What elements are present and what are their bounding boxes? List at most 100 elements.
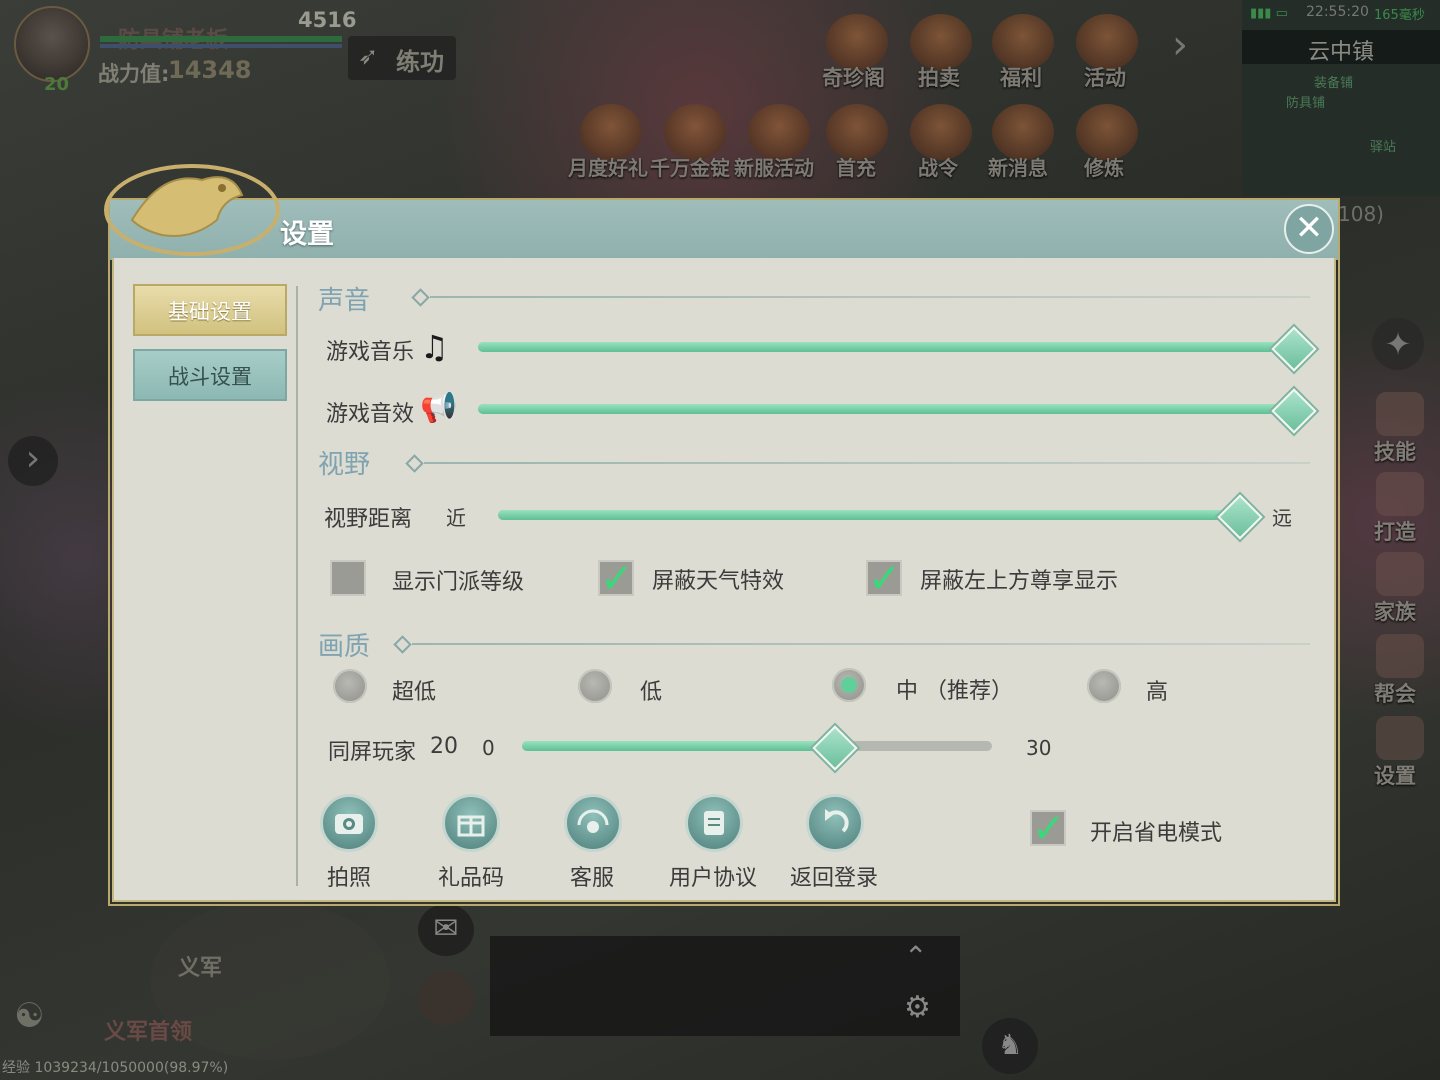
chat-panel[interactable] [490, 936, 960, 1036]
status-ping: 165毫秒 [1374, 8, 1425, 23]
hp-value: 4516 [298, 8, 357, 32]
chevron-right-icon[interactable]: › [1172, 22, 1188, 68]
close-button[interactable]: ✕ [1284, 204, 1334, 254]
button-label: 拍照 [326, 866, 371, 891]
side-label-skill: 技能 [1374, 440, 1416, 464]
event-label-firstrecharge: 首充 [836, 156, 876, 180]
players-value: 20 [430, 734, 458, 759]
gift-code-button[interactable] [442, 794, 500, 852]
checkbox-label: 屏蔽左上方尊享显示 [920, 569, 1119, 594]
event-label-ingot: 千万金锭 [650, 156, 730, 180]
map-label: 防具铺 [1286, 96, 1326, 111]
event-label-newserver: 新服活动 [734, 156, 814, 180]
status-time: 22:55:20 [1306, 4, 1369, 20]
camera-button[interactable] [320, 794, 378, 852]
qilin-emblem-icon [104, 164, 280, 256]
radio-label: 低 [640, 680, 663, 705]
radio-selected-dot [841, 677, 857, 693]
music-slider-fill [478, 342, 1294, 352]
forge-icon[interactable] [1376, 472, 1424, 516]
expand-left-icon[interactable]: › [8, 436, 58, 486]
section-line [430, 296, 1310, 298]
section-title-view: 视野 [318, 450, 371, 480]
customer-service-button[interactable] [564, 794, 622, 852]
players-label: 同屏玩家 [328, 740, 417, 765]
sfx-label: 游戏音效 [326, 402, 415, 427]
signal-icon: ▮▮▮ ▭ [1250, 6, 1288, 21]
event-label-battlepass: 战令 [918, 156, 958, 180]
view-distance-fill [498, 510, 1240, 520]
map-name: 云中镇 [1308, 40, 1375, 65]
radio-quality-low[interactable] [578, 669, 612, 703]
guild-icon[interactable] [1376, 634, 1424, 678]
pet-icon[interactable] [418, 970, 474, 1026]
music-label: 游戏音乐 [326, 340, 415, 365]
user-agreement-button[interactable] [685, 794, 743, 852]
hp-bar [100, 36, 342, 42]
scroll-document-icon [704, 811, 724, 835]
settings-gear-icon[interactable] [1376, 716, 1424, 760]
tab-divider [296, 286, 298, 886]
checkbox-hide-weather[interactable]: ✓ [598, 556, 634, 602]
button-label: 礼品码 [437, 866, 504, 891]
camera-icon [335, 814, 363, 834]
radio-label: 中 （推荐） [896, 679, 1013, 704]
side-label-family: 家族 [1374, 600, 1416, 624]
music-slider[interactable] [478, 342, 1294, 352]
speaker-icon: 📢 [420, 390, 458, 425]
mount-icon[interactable]: ♞ [982, 1018, 1038, 1074]
event-label-monthly: 月度好礼 [568, 156, 648, 180]
minimap[interactable]: ▮▮▮ ▭ 22:55:20 165毫秒 云中镇 装备铺 防具铺 驿站 [1242, 0, 1440, 196]
bottom-label: 义军首领 [104, 1020, 193, 1045]
button-label: 用户协议 [668, 866, 757, 891]
exp-bar: 经验 1039234/1050000(98.97%) [0, 1054, 440, 1080]
radio-label: 超低 [392, 680, 437, 705]
compass-icon[interactable]: ✦ [1372, 318, 1424, 370]
sfx-slider-fill [478, 404, 1294, 414]
map-label: 驿站 [1370, 140, 1397, 155]
side-label-settings: 设置 [1374, 764, 1416, 788]
headset-icon [577, 809, 609, 833]
side-label-guild: 帮会 [1374, 682, 1416, 706]
return-arrow-icon [825, 809, 849, 833]
family-icon[interactable] [1376, 552, 1424, 596]
section-title-quality: 画质 [318, 632, 371, 662]
return-login-button[interactable] [806, 794, 864, 852]
checkbox-power-save[interactable]: ✓ [1030, 806, 1066, 852]
checkbox-show-sect-level[interactable] [330, 560, 366, 596]
sfx-slider[interactable] [478, 404, 1294, 414]
map-label: 装备铺 [1314, 76, 1354, 91]
checkbox-label: 屏蔽天气特效 [652, 569, 785, 594]
practice-button[interactable]: ➶ 练功 [348, 36, 456, 80]
practice-icon: ➶ [358, 42, 379, 70]
players-slider[interactable] [522, 741, 992, 751]
side-label-forge: 打造 [1374, 520, 1416, 544]
tab-basic-settings[interactable]: 基础设置 [133, 284, 287, 336]
player-avatar[interactable] [14, 6, 90, 82]
exp-text: 经验 1039234/1050000(98.97%) [2, 1060, 229, 1076]
checkmark-icon: ✓ [868, 556, 902, 602]
chat-settings-gear-icon[interactable]: ⚙ [904, 990, 931, 1025]
radio-quality-high[interactable] [1087, 669, 1121, 703]
view-distance-label: 视野距离 [324, 507, 413, 532]
skill-icon[interactable] [1376, 392, 1424, 436]
checkbox-hide-vip-display[interactable]: ✓ [866, 556, 902, 602]
section-line [424, 462, 1310, 464]
view-distance-slider[interactable] [498, 510, 1240, 520]
chevron-up-icon[interactable]: ⌃ [904, 940, 927, 973]
mp-bar [100, 44, 342, 48]
tab-battle-settings[interactable]: 战斗设置 [133, 349, 287, 401]
section-line [412, 643, 1310, 645]
radio-quality-medium[interactable] [832, 668, 866, 702]
radio-quality-ultralow[interactable] [333, 669, 367, 703]
button-label: 返回登录 [789, 866, 878, 891]
power-save-label: 开启省电模式 [1090, 821, 1223, 846]
players-min: 0 [482, 736, 495, 760]
menu-label-welfare: 福利 [1000, 66, 1042, 90]
mail-icon[interactable]: ✉ [418, 904, 474, 956]
checkmark-icon: ✓ [600, 556, 634, 602]
event-label-message: 新消息 [988, 156, 1048, 180]
checkmark-icon: ✓ [1032, 806, 1066, 852]
power-value: 14348 [168, 56, 252, 84]
meditate-icon[interactable]: ☯ [14, 996, 44, 1036]
